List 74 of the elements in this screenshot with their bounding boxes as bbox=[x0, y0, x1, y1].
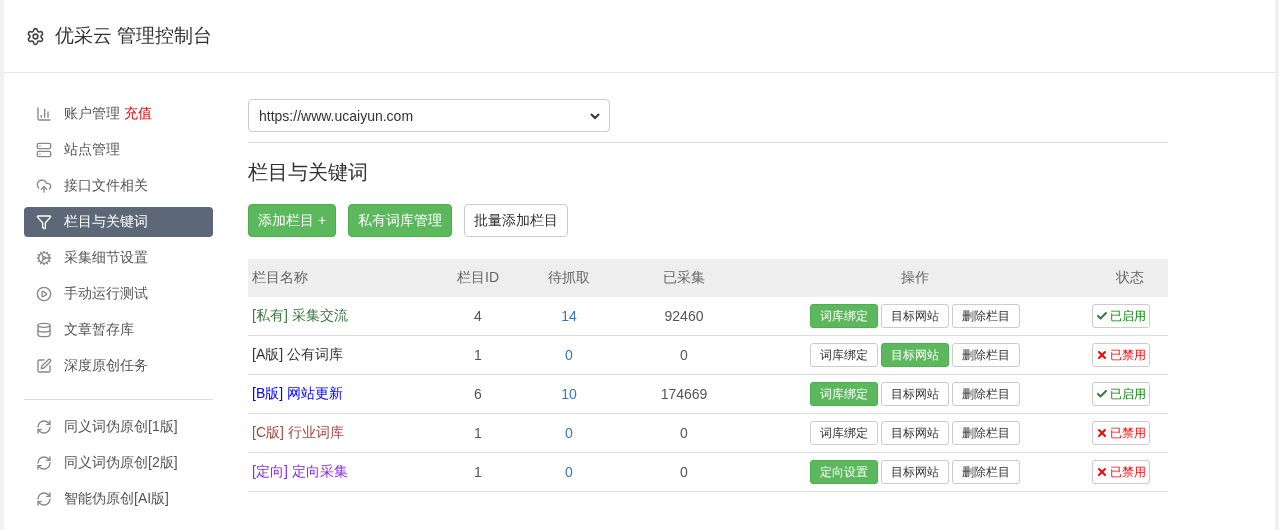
status-button[interactable]: 已禁用 bbox=[1092, 343, 1150, 367]
table-cell: 0 bbox=[565, 464, 573, 480]
table-cell: 174669 bbox=[660, 386, 708, 402]
refresh-icon bbox=[36, 455, 52, 471]
sidebar-item[interactable]: 智能伪原创[AI版] bbox=[24, 484, 213, 514]
cloud-upload-icon bbox=[36, 178, 52, 194]
action-button[interactable]: 词库绑定 bbox=[810, 421, 878, 445]
action-button[interactable]: 词库绑定 bbox=[810, 343, 878, 367]
sidebar-item[interactable]: 同义词伪原创[1版] bbox=[24, 412, 213, 442]
table-cell: 0 bbox=[680, 425, 688, 441]
action-button[interactable]: 删除栏目 bbox=[952, 460, 1020, 484]
table-cell: 92460 bbox=[664, 308, 704, 324]
column-header: 状态 bbox=[1092, 259, 1168, 297]
sidebar-item[interactable]: 深度原创任务 bbox=[24, 351, 213, 381]
table-cell: 0 bbox=[680, 347, 688, 363]
edit-icon bbox=[36, 358, 52, 374]
status-button[interactable]: 已启用 bbox=[1092, 304, 1150, 328]
server-icon bbox=[36, 142, 52, 158]
action-button[interactable]: 目标网站 bbox=[881, 460, 949, 484]
column-header: 操作 bbox=[738, 259, 1092, 297]
site-select[interactable]: https://www.ucaiyun.com bbox=[248, 99, 610, 132]
close-icon bbox=[1096, 349, 1108, 361]
action-button[interactable]: 删除栏目 bbox=[952, 382, 1020, 406]
table-cell: 10 bbox=[561, 386, 577, 402]
column-name: [B版] 网站更新 bbox=[252, 385, 343, 403]
status-button[interactable]: 已禁用 bbox=[1092, 460, 1150, 484]
table-cell: 6 bbox=[474, 386, 482, 402]
column-name: [定向] 定向采集 bbox=[252, 463, 348, 481]
action-button[interactable]: 删除栏目 bbox=[952, 343, 1020, 367]
table-cell: 0 bbox=[565, 425, 573, 441]
action-button[interactable]: 删除栏目 bbox=[952, 421, 1020, 445]
check-icon bbox=[1096, 388, 1108, 400]
table-cell: 14 bbox=[561, 308, 577, 324]
action-button[interactable]: 删除栏目 bbox=[952, 304, 1020, 328]
action-button[interactable]: 目标网站 bbox=[881, 382, 949, 406]
sidebar-item[interactable]: 文章暂存库 bbox=[24, 315, 213, 345]
action-button[interactable]: 目标网站 bbox=[881, 304, 949, 328]
table-cell: 1 bbox=[474, 464, 482, 480]
table-cell: 1 bbox=[474, 347, 482, 363]
close-icon bbox=[1096, 466, 1108, 478]
app-title: 优采云 管理控制台 bbox=[55, 24, 213, 48]
sidebar-item[interactable]: 账户管理 充值 bbox=[24, 99, 213, 129]
settings-icon bbox=[26, 26, 45, 46]
check-icon bbox=[1096, 310, 1108, 322]
status-button[interactable]: 已禁用 bbox=[1092, 421, 1150, 445]
column-name: [A版] 公有词库 bbox=[252, 346, 343, 364]
column-name: [C版] 行业词库 bbox=[252, 424, 344, 442]
column-header: 待抓取 bbox=[508, 259, 630, 297]
refresh-icon bbox=[36, 419, 52, 435]
table-cell: 0 bbox=[565, 347, 573, 363]
column-header: 栏目ID bbox=[448, 259, 508, 297]
toolbar-button[interactable]: 批量添加栏目 bbox=[464, 204, 569, 237]
refresh-icon bbox=[36, 491, 52, 507]
table-cell: 1 bbox=[474, 425, 482, 441]
column-header: 已采集 bbox=[630, 259, 738, 297]
bar-chart-icon bbox=[36, 106, 52, 122]
action-button[interactable]: 目标网站 bbox=[881, 421, 949, 445]
column-header: 栏目名称 bbox=[248, 259, 448, 297]
table-cell: 4 bbox=[474, 308, 482, 324]
database-icon bbox=[36, 322, 52, 338]
column-name: [私有] 采集交流 bbox=[252, 307, 348, 325]
play-icon bbox=[36, 286, 52, 302]
status-button[interactable]: 已启用 bbox=[1092, 382, 1150, 406]
sidebar-item[interactable]: 接口文件相关 bbox=[24, 171, 213, 201]
close-icon bbox=[1096, 427, 1108, 439]
sidebar-item[interactable]: 采集细节设置 bbox=[24, 243, 213, 273]
table-cell: 0 bbox=[680, 464, 688, 480]
sidebar-item[interactable]: 同义词伪原创[2版] bbox=[24, 448, 213, 478]
section-title: 栏目与关键词 bbox=[248, 160, 369, 185]
recharge-link[interactable]: 充值 bbox=[124, 105, 152, 121]
sidebar-item[interactable]: 站点管理 bbox=[24, 135, 213, 165]
sidebar-item[interactable]: 栏目与关键词 bbox=[24, 207, 213, 237]
sidebar-item[interactable]: 手动运行测试 bbox=[24, 279, 213, 309]
filter-icon bbox=[36, 214, 52, 230]
